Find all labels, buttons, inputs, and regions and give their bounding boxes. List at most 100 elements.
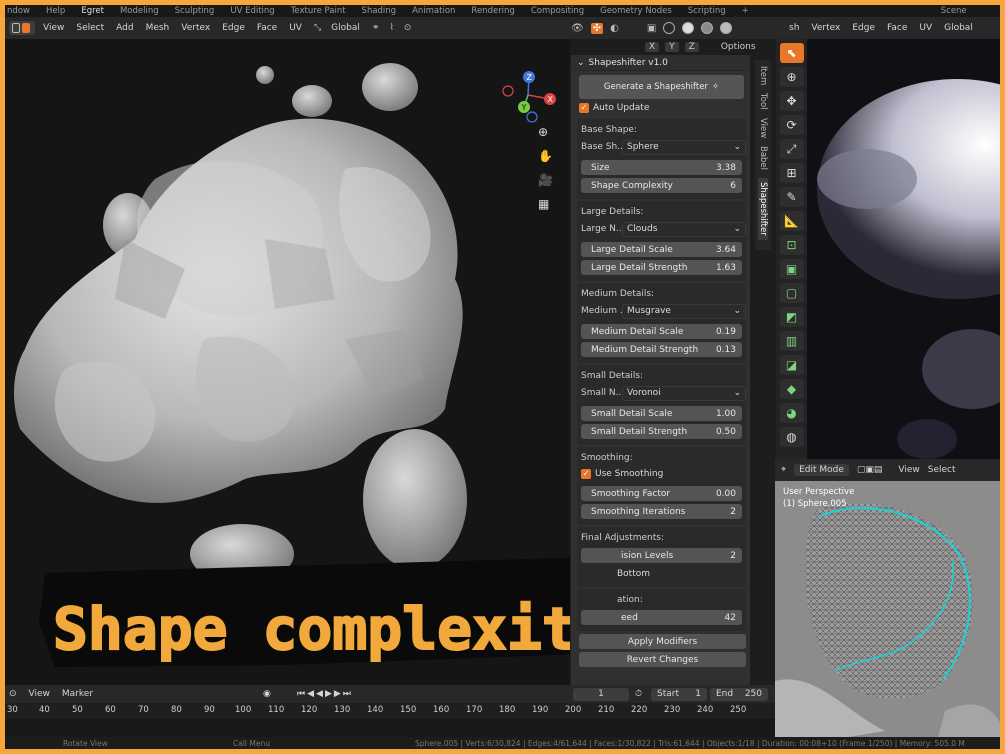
- edit-mode-viewport[interactable]: User Perspective (1) Sphere.005: [775, 481, 1000, 749]
- medium-detail-strength-field[interactable]: Medium Detail Strength 0.13: [581, 342, 742, 357]
- scale-icon[interactable]: ⤢: [779, 139, 804, 159]
- size-field[interactable]: Size 3.38: [581, 160, 742, 175]
- tab-geometry-nodes[interactable]: Geometry Nodes: [600, 6, 672, 16]
- axis-x-toggle[interactable]: X: [645, 42, 660, 52]
- large-detail-scale-field[interactable]: Large Detail Scale 3.64: [581, 242, 742, 257]
- medium-noise-select[interactable]: Musgrave ⌄: [622, 303, 746, 319]
- tab-window[interactable]: ndow: [7, 6, 30, 16]
- menu-vertex[interactable]: Vertex: [181, 23, 210, 33]
- tab-modeling[interactable]: Modeling: [120, 6, 159, 16]
- shape-complexity-field[interactable]: Shape Complexity 6: [581, 178, 742, 193]
- edit-menu-view[interactable]: View: [898, 465, 919, 475]
- wireframe-shading-icon[interactable]: [663, 22, 676, 34]
- loop-cut-icon[interactable]: ▥: [779, 331, 804, 351]
- checkbox-checked-icon[interactable]: ✓: [579, 103, 589, 113]
- timeline-menu-marker[interactable]: Marker: [62, 689, 93, 699]
- tab-shapeshifter[interactable]: Shapeshifter: [758, 178, 768, 240]
- camera-view-icon[interactable]: 🎥: [538, 173, 553, 187]
- generate-button[interactable]: Generate a Shapeshifter ✧: [579, 75, 744, 99]
- pivot-icon[interactable]: ⚭: [372, 23, 380, 33]
- tab-sculpting[interactable]: Sculpting: [175, 6, 215, 16]
- transform-orientation-icon[interactable]: ⤡: [314, 23, 321, 33]
- measure-icon[interactable]: 📐: [779, 211, 804, 231]
- tab-help[interactable]: Help: [46, 6, 65, 16]
- menu-mesh[interactable]: Mesh: [146, 23, 170, 33]
- tab-rendering[interactable]: Rendering: [471, 6, 514, 16]
- large-noise-select[interactable]: Clouds ⌄: [622, 221, 746, 237]
- axis-z-toggle[interactable]: Z: [684, 42, 699, 52]
- start-frame-field[interactable]: Start 1: [651, 687, 707, 701]
- right-menu-vertex[interactable]: Vertex: [811, 23, 840, 33]
- large-detail-strength-field[interactable]: Large Detail Strength 1.63: [581, 260, 742, 275]
- timeline-body[interactable]: [5, 719, 775, 737]
- base-shape-select[interactable]: Sphere ⌄: [622, 139, 746, 155]
- options-dropdown[interactable]: Options: [721, 42, 756, 52]
- snap-icon[interactable]: ⌇: [389, 23, 393, 33]
- menu-select[interactable]: Select: [76, 23, 104, 33]
- right-menu-face[interactable]: Face: [887, 23, 907, 33]
- small-detail-strength-field[interactable]: Small Detail Strength 0.50: [581, 424, 742, 439]
- tab-compositing[interactable]: Compositing: [531, 6, 584, 16]
- record-icon[interactable]: ◉: [263, 689, 271, 699]
- annotate-icon[interactable]: ✎: [779, 187, 804, 207]
- zoom-icon[interactable]: ⊕: [538, 125, 553, 139]
- pan-hand-icon[interactable]: ✋: [538, 149, 553, 163]
- perspective-grid-icon[interactable]: ▦: [538, 197, 553, 211]
- revert-changes-button[interactable]: Revert Changes: [579, 652, 746, 667]
- bottom-option[interactable]: Bottom: [577, 565, 746, 583]
- seed-field[interactable]: eed 42: [581, 610, 742, 625]
- collapse-chevron-icon[interactable]: ⌄: [577, 58, 585, 68]
- checkbox-checked-icon[interactable]: ✓: [581, 469, 591, 479]
- 3d-viewport[interactable]: X Y Z ⊕ ✋ 🎥 ▦ Shape complexity!: [5, 39, 570, 685]
- smooth-icon[interactable]: ◍: [779, 427, 804, 447]
- medium-detail-scale-field[interactable]: Medium Detail Scale 0.19: [581, 324, 742, 339]
- face-mode-icon[interactable]: [22, 23, 30, 33]
- smoothing-factor-field[interactable]: Smoothing Factor 0.00: [581, 486, 742, 501]
- rendered-shading-icon[interactable]: [720, 22, 733, 34]
- use-smoothing-checkbox[interactable]: ✓ Use Smoothing: [577, 465, 746, 483]
- render-preview-viewport[interactable]: [807, 39, 1000, 459]
- material-shading-icon[interactable]: [701, 22, 714, 34]
- scene-name[interactable]: Scene: [941, 6, 967, 16]
- small-noise-select[interactable]: Voronoi ⌄: [622, 385, 746, 401]
- poly-build-icon[interactable]: ◆: [779, 379, 804, 399]
- extrude-icon[interactable]: ▣: [779, 259, 804, 279]
- select-mode-toggle[interactable]: [9, 21, 35, 35]
- proportional-edit-icon[interactable]: ⊙: [404, 23, 412, 33]
- apply-modifiers-button[interactable]: Apply Modifiers: [579, 634, 746, 649]
- knife-icon[interactable]: ◪: [779, 355, 804, 375]
- edit-mode-select[interactable]: Edit Mode: [794, 464, 849, 476]
- menu-edge[interactable]: Edge: [222, 23, 245, 33]
- right-menu-edge[interactable]: Edge: [852, 23, 875, 33]
- spin-icon[interactable]: ◕: [779, 403, 804, 423]
- gizmo-toggle-icon[interactable]: ✣: [590, 22, 604, 34]
- visibility-icon[interactable]: 👁: [571, 23, 584, 34]
- smoothing-iterations-field[interactable]: Smoothing Iterations 2: [581, 504, 742, 519]
- inset-icon[interactable]: ▢: [779, 283, 804, 303]
- rotate-icon[interactable]: ⟳: [779, 115, 804, 135]
- cursor-icon[interactable]: ⊕: [779, 67, 804, 87]
- edit-menu-select[interactable]: Select: [928, 465, 956, 475]
- playback-controls[interactable]: ⏮◀◀▶▶⏭: [297, 689, 353, 699]
- menu-uv[interactable]: UV: [289, 23, 302, 33]
- tab-view[interactable]: View: [758, 118, 768, 138]
- axis-y-toggle[interactable]: Y: [665, 42, 679, 52]
- tab-item[interactable]: Item: [758, 66, 768, 85]
- menu-add[interactable]: Add: [116, 23, 133, 33]
- right-menu-uv[interactable]: UV: [919, 23, 932, 33]
- menu-view[interactable]: View: [43, 23, 64, 33]
- select-mode-icons[interactable]: ▢▣▤: [857, 465, 883, 475]
- move-icon[interactable]: ✥: [779, 91, 804, 111]
- tab-animation[interactable]: Animation: [412, 6, 455, 16]
- xray-icon[interactable]: ▣: [647, 23, 656, 34]
- tab-uv-editing[interactable]: UV Editing: [230, 6, 274, 16]
- current-frame-field[interactable]: 1: [573, 687, 629, 701]
- timeline-ruler[interactable]: 30 40 50 60 70 80 90 100 110 120 130 140…: [5, 703, 775, 719]
- auto-update-checkbox[interactable]: ✓ Auto Update: [571, 99, 750, 117]
- small-detail-scale-field[interactable]: Small Detail Scale 1.00: [581, 406, 742, 421]
- panel-title[interactable]: ⌄ Shapeshifter v1.0: [571, 55, 750, 71]
- editor-type-icon[interactable]: ⌖: [781, 465, 786, 475]
- bevel-icon[interactable]: ◩: [779, 307, 804, 327]
- tab-tool[interactable]: Tool: [758, 93, 768, 110]
- overlay-icon[interactable]: ◐: [610, 23, 619, 34]
